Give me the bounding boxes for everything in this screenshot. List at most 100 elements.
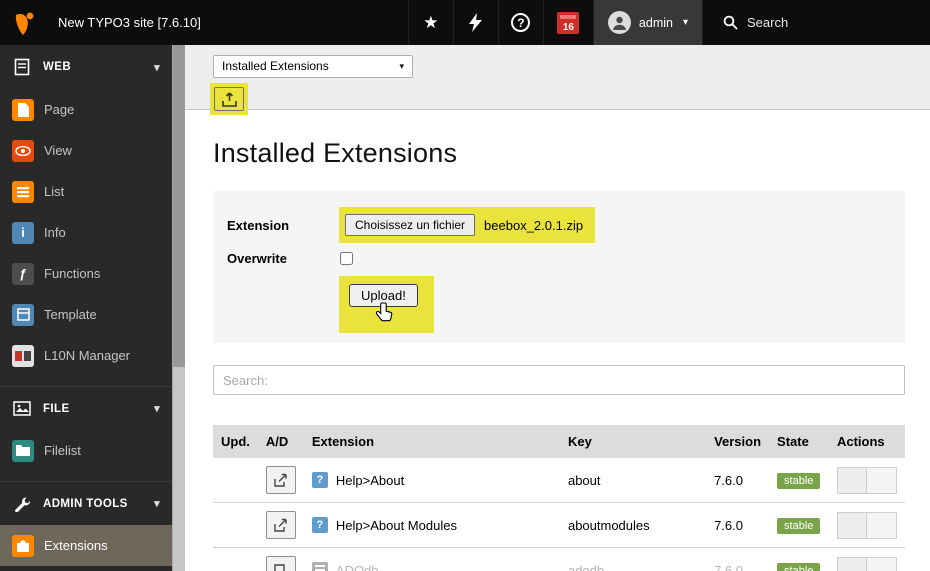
filelist-icon	[12, 439, 34, 462]
user-menu[interactable]: admin ▾	[592, 0, 702, 45]
col-ad: A/D	[257, 425, 304, 458]
section-header-admin-tools[interactable]: ADMIN TOOLS ▾	[0, 481, 172, 525]
sidebar-item-template[interactable]: Template	[0, 294, 172, 335]
col-actions: Actions	[828, 425, 905, 458]
topbar: New TYPO3 site [7.6.10] ★ ? 16 admin ▾ S…	[0, 0, 930, 45]
typo3-logo[interactable]	[0, 0, 50, 45]
annotation-highlight	[210, 83, 248, 115]
overwrite-checkbox[interactable]	[340, 252, 353, 265]
extension-icon: ?	[311, 517, 328, 533]
help-button[interactable]: ?	[497, 0, 543, 45]
upd-cell	[213, 458, 258, 503]
sidebar-item-label: View	[44, 143, 72, 158]
extension-search-input[interactable]	[213, 365, 905, 395]
table-row: ADOdb adodb 7.6.0 stable	[213, 547, 905, 571]
web-section-icon	[12, 57, 32, 77]
section-web: WEB ▾ Page View List i Info ƒ Functions …	[0, 45, 172, 376]
extension-version: 7.6.0	[706, 502, 770, 548]
extension-name-link[interactable]: Help>About Modules	[336, 518, 457, 533]
sidebar-item-label: List	[44, 184, 65, 199]
admin-tools-section-icon	[12, 494, 32, 514]
sidebar-item-label: Info	[44, 225, 66, 240]
sidebar-item-label: Extensions	[44, 538, 108, 553]
extension-key: aboutmodules	[559, 502, 707, 548]
table-header-row: Upd. A/D Extension Key Version State Act…	[213, 425, 905, 458]
bookmark-button[interactable]: ★	[407, 0, 453, 45]
sidebar-item-list[interactable]: List	[0, 171, 172, 212]
upload-extension-form: Extension Choisissez un fichier beebox_2…	[213, 191, 905, 343]
module-menu: WEB ▾ Page View List i Info ƒ Functions …	[0, 45, 172, 571]
col-extension: Extension	[303, 425, 560, 458]
selected-file-name: beebox_2.0.1.zip	[484, 217, 584, 233]
section-header-file[interactable]: FILE ▾	[0, 386, 172, 430]
state-badge: stable	[777, 562, 821, 571]
toggle-install-icon	[274, 518, 288, 532]
extension-name-link[interactable]: Help>About	[336, 473, 404, 488]
extension-key: about	[559, 458, 707, 503]
mouse-cursor-icon	[375, 302, 393, 322]
extension-version: 7.6.0	[706, 458, 770, 503]
col-version: Version	[706, 425, 770, 458]
chevron-down-icon: ▾	[154, 61, 160, 74]
sidebar-item-functions[interactable]: ƒ Functions	[0, 253, 172, 294]
template-icon	[12, 303, 34, 326]
extension-name-link[interactable]: ADOdb	[336, 563, 379, 571]
chevron-down-icon: ▾	[154, 403, 160, 415]
toggle-install-icon	[274, 473, 288, 487]
avatar	[607, 11, 631, 34]
l10n-manager-icon	[12, 344, 34, 367]
topbar-search[interactable]: Search	[702, 0, 930, 45]
extension-icon	[311, 562, 328, 571]
choose-file-button[interactable]: Choisissez un fichier	[345, 214, 476, 236]
extension-manager-menu-select[interactable]: Installed Extensions ▾	[213, 54, 413, 78]
deactivate-extension-button[interactable]	[265, 466, 296, 494]
list-icon	[12, 180, 34, 203]
overwrite-field-label: Overwrite	[227, 251, 287, 266]
search-label: Search	[747, 15, 789, 30]
upload-icon	[221, 91, 237, 107]
sidebar-scrollbar[interactable]	[172, 45, 185, 571]
deactivate-extension-button[interactable]	[265, 511, 296, 539]
annotation-highlight: Upload!	[339, 276, 434, 333]
action-button[interactable]	[836, 511, 867, 539]
star-icon: ★	[423, 13, 439, 32]
sidebar-item-label: Template	[44, 307, 97, 322]
install-plus-icon	[274, 563, 286, 571]
select-caret-icon: ▾	[399, 60, 404, 71]
action-button[interactable]	[866, 466, 897, 494]
badge-count: 16	[562, 21, 574, 33]
action-button[interactable]	[866, 556, 897, 571]
notification-badge: 16	[557, 11, 580, 34]
username-label: admin	[638, 15, 673, 30]
upload-extension-button[interactable]	[214, 87, 244, 111]
help-icon: ?	[511, 13, 531, 32]
section-header-web[interactable]: WEB ▾	[0, 45, 172, 89]
sidebar-item-label: L10N Manager	[44, 348, 130, 363]
activate-extension-button[interactable]	[265, 556, 296, 571]
section-label: WEB	[43, 61, 72, 73]
search-icon	[723, 15, 738, 30]
section-file: FILE ▾ Filelist	[0, 386, 172, 471]
chevron-down-icon: ▾	[682, 17, 688, 28]
user-icon	[612, 16, 626, 30]
sidebar-item-info[interactable]: i Info	[0, 212, 172, 253]
sidebar-item-page[interactable]: Page	[0, 89, 172, 130]
col-key: Key	[559, 425, 707, 458]
clear-cache-button[interactable]	[452, 0, 498, 45]
upd-cell	[213, 502, 258, 548]
scrollbar-thumb[interactable]	[173, 45, 185, 367]
sidebar-item-filelist[interactable]: Filelist	[0, 430, 172, 471]
table-row: ? Help>About Modules aboutmodules 7.6.0 …	[213, 502, 905, 548]
chevron-down-icon: ▾	[154, 498, 160, 510]
action-button[interactable]	[866, 511, 897, 539]
action-button[interactable]	[836, 466, 867, 494]
badge-decoration	[560, 14, 577, 19]
sidebar-item-l10n-manager[interactable]: L10N Manager	[0, 335, 172, 376]
action-button[interactable]	[836, 556, 867, 571]
sidebar-item-label: Functions	[44, 266, 101, 281]
col-state: State	[769, 425, 829, 458]
module-content: Installed Extensions ▾ Installed Extensi…	[185, 45, 930, 571]
sidebar-item-view[interactable]: View	[0, 130, 172, 171]
system-information-button[interactable]: 16	[542, 0, 593, 45]
sidebar-item-extensions[interactable]: Extensions	[0, 525, 172, 566]
